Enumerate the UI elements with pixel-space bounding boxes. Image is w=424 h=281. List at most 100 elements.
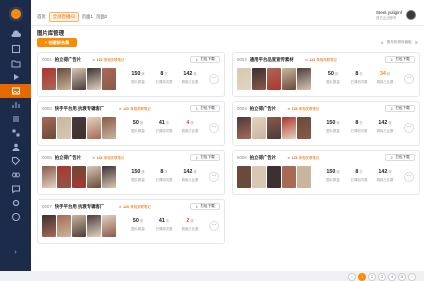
page-3-button[interactable]: 3 [378, 273, 386, 281]
page-5-button[interactable]: 5 [398, 273, 406, 281]
more-button[interactable]: ··· [209, 74, 219, 84]
thumbnail-image[interactable] [237, 166, 251, 188]
more-button[interactable]: ··· [404, 123, 414, 133]
thumbnail-image[interactable] [57, 215, 71, 237]
thumbnail-image[interactable] [297, 117, 311, 139]
thumbnail-image[interactable] [87, 166, 101, 188]
app-logo[interactable] [9, 7, 23, 21]
thumbnail-image[interactable] [72, 166, 86, 188]
thumbnail-image[interactable] [297, 166, 311, 188]
crumb-page2[interactable]: 页面2 [96, 14, 107, 20]
more-button[interactable]: ··· [404, 74, 414, 84]
more-button[interactable]: ··· [209, 221, 219, 231]
prev-page-button[interactable]: ‹ [348, 273, 356, 281]
tag-icon[interactable] [9, 154, 22, 167]
download-button[interactable]: ⇩ 打包下载 [385, 154, 415, 161]
collection-card[interactable]: 0003 快手平台用 抗衰专辑客厂 ⊕ 123 条相关联笔记 ⇩ 打包下载 50张 图片数量 41… [37, 101, 225, 146]
stat-value: 8次 [347, 71, 371, 77]
collection-card[interactable]: 0006 拍立得广告片 ⊕ 123 条相关联笔记 ⇩ 打包下载 150张 图片数量 8次 已调用次数… [232, 150, 420, 195]
thumbnail-image[interactable] [102, 117, 116, 139]
download-button[interactable]: ⇩ 打包下载 [190, 203, 220, 210]
thumbnail-image[interactable] [42, 68, 56, 90]
thumbnail-image[interactable] [57, 68, 71, 90]
chart-icon[interactable] [9, 98, 22, 111]
thumbnail-image[interactable] [42, 117, 56, 139]
user-menu[interactable]: Steel.yuliginf 其它企业账号 [376, 10, 416, 20]
help-icon[interactable] [9, 210, 22, 223]
download-button[interactable]: ⇩ 打包下载 [385, 56, 415, 63]
download-button[interactable]: ⇩ 打包下载 [190, 105, 220, 112]
page-1-button[interactable]: 1 [358, 273, 366, 281]
thumbnail-image[interactable] [72, 68, 86, 90]
link-icon[interactable] [9, 168, 22, 181]
gallery-icon[interactable] [0, 84, 31, 98]
download-button[interactable]: ⇩ 打包下载 [385, 105, 415, 112]
crumb-current[interactable]: 全部直播间 [48, 12, 79, 22]
card-linked-notes[interactable]: ⊕ 123 条相关联笔记 [119, 106, 151, 112]
settings-icon[interactable] [9, 196, 22, 209]
thumbnail-image[interactable] [267, 166, 281, 188]
card-linked-notes[interactable]: ⊕ 123 条相关联笔记 [92, 155, 124, 161]
download-button[interactable]: ⇩ 打包下载 [190, 56, 220, 63]
message-icon[interactable] [9, 182, 22, 195]
box-icon[interactable] [9, 42, 22, 55]
more-button[interactable]: ··· [209, 123, 219, 133]
grid-icon[interactable] [9, 126, 22, 139]
thumbnail-image[interactable] [87, 215, 101, 237]
collection-card[interactable]: 0005 拍立得广告片 ⊕ 123 条相关联笔记 ⇩ 打包下载 150张 图片数量 8次 已调用次数… [37, 150, 225, 195]
page-4-button[interactable]: 4 [388, 273, 396, 281]
thumbnail-image[interactable] [237, 68, 251, 90]
card-linked-notes[interactable]: ⊕ 123 条相关联笔记 [92, 57, 124, 63]
download-button[interactable]: ⇩ 打包下载 [190, 154, 220, 161]
collection-card[interactable]: 0002 通用平台品宣宣传素材 ⊕ 123 条相关联笔记 ⇩ 打包下载 50张 图片数量 8次 已调… [232, 52, 420, 97]
folder-icon[interactable] [9, 56, 22, 69]
thumbnail-image[interactable] [252, 117, 266, 139]
thumbnail-image[interactable] [57, 117, 71, 139]
avatar[interactable] [406, 10, 416, 21]
create-collection-button[interactable]: + 创建新合集 [37, 38, 77, 47]
stat-value: 150张 [126, 169, 150, 175]
thumbnail-image[interactable] [267, 68, 281, 90]
thumbnail-image[interactable] [102, 215, 116, 237]
cloud-icon[interactable] [9, 28, 22, 41]
card-title: 0004 拍立得广告片 [237, 106, 276, 112]
thumbnail-image[interactable] [297, 68, 311, 90]
card-linked-notes[interactable]: ⊕ 123 条相关联笔记 [287, 155, 319, 161]
thumbnail-image[interactable] [267, 117, 281, 139]
collection-card[interactable]: 0007 快手平台用 抗衰专辑客厂 ⊕ 123 条相关联笔记 ⇩ 打包下载 50张 图片数量 41… [37, 199, 225, 244]
more-button[interactable]: ··· [404, 172, 414, 182]
thumbnail-image[interactable] [282, 68, 296, 90]
collection-card[interactable]: 0004 拍立得广告片 ⊕ 123 条相关联笔记 ⇩ 打包下载 150张 图片数量 8次 已调用次数… [232, 101, 420, 146]
list-icon[interactable] [9, 112, 22, 125]
thumbnail-image[interactable] [72, 215, 86, 237]
crumb-page1[interactable]: 页面1 [82, 14, 93, 20]
thumbnail-image[interactable] [282, 166, 296, 188]
thumbnail-image[interactable] [42, 215, 56, 237]
more-button[interactable]: ··· [209, 172, 219, 182]
next-page-button[interactable]: › [408, 273, 416, 281]
thumbnail-image[interactable] [42, 166, 56, 188]
card-linked-notes[interactable]: ⊕ 123 条相关联笔记 [119, 204, 151, 210]
thumbnail-image[interactable] [87, 68, 101, 90]
thumbnail-image[interactable] [72, 117, 86, 139]
play-icon[interactable] [9, 70, 22, 83]
menu-icon[interactable]: ☰ [415, 41, 418, 45]
thumbnail-image[interactable] [252, 68, 266, 90]
thumbnail-image[interactable] [57, 166, 71, 188]
thumbnail-image[interactable] [282, 117, 296, 139]
thumbnail-image[interactable] [237, 117, 251, 139]
thumbnail-image[interactable] [102, 166, 116, 188]
user-icon[interactable] [9, 140, 22, 153]
card-title: 0001 拍立得广告片 [42, 57, 81, 63]
card-linked-notes[interactable]: ⊕ 123 条相关联笔记 [305, 57, 337, 63]
page-2-button[interactable]: 2 [368, 273, 376, 281]
crumb-home[interactable]: 首页 [37, 14, 46, 20]
thumbnail-image[interactable] [87, 117, 101, 139]
card-linked-notes[interactable]: ⊕ 123 条相关联笔记 [287, 106, 319, 112]
sort-control[interactable]: ⇅ 按月份排序面板 ☰ [381, 40, 418, 45]
thumbnail-strip [237, 117, 311, 139]
collapse-icon[interactable]: › [11, 248, 20, 257]
thumbnail-image[interactable] [252, 166, 266, 188]
collection-card[interactable]: 0001 拍立得广告片 ⊕ 123 条相关联笔记 ⇩ 打包下载 150张 图片数量 8次 已调用次数… [37, 52, 225, 97]
thumbnail-image[interactable] [102, 68, 116, 90]
